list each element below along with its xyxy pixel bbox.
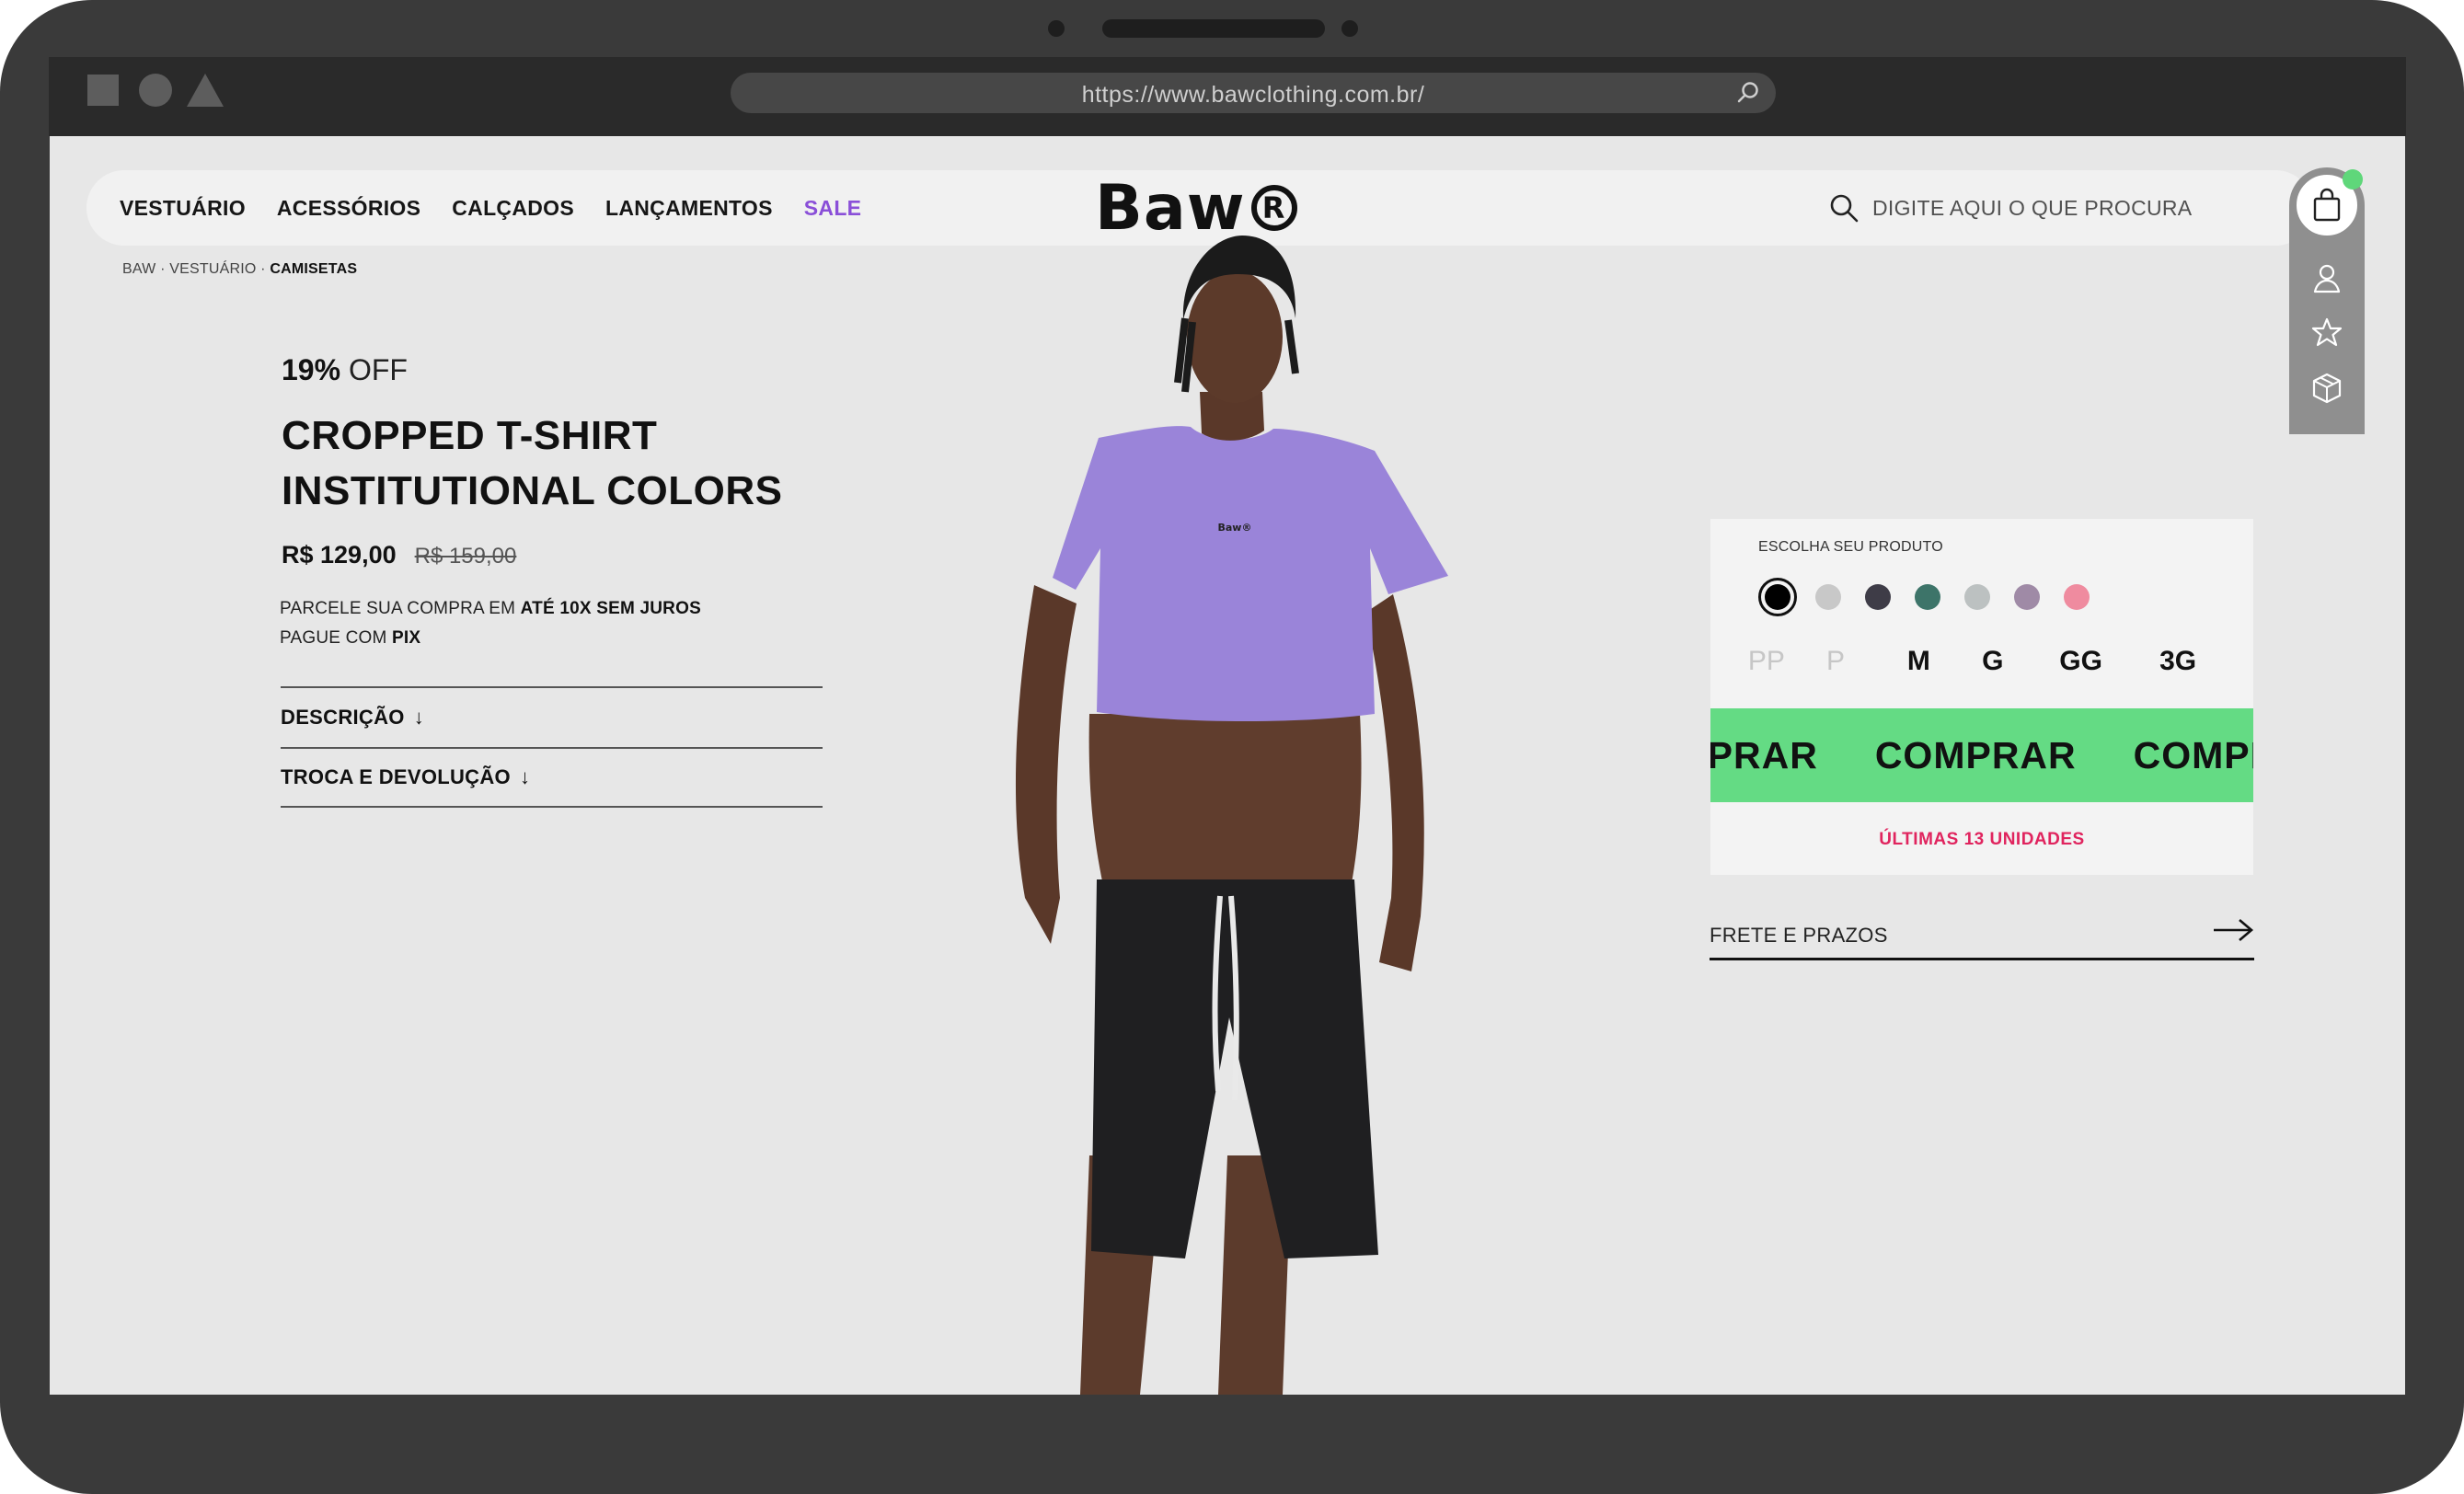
options-label: ESCOLHA SEU PRODUTO xyxy=(1758,539,1943,555)
main-nav: VESTUÁRIO ACESSÓRIOS CALÇADOS LANÇAMENTO… xyxy=(120,170,892,246)
arrow-down-icon: ↓ xyxy=(413,706,425,729)
model-arm-right xyxy=(1365,594,1424,971)
search-input[interactable]: DIGITE AQUI O QUE PROCURA xyxy=(1872,196,2192,221)
color-swatch[interactable] xyxy=(2014,584,2040,610)
nav-item-sale[interactable]: SALE xyxy=(804,196,862,221)
circle-icon[interactable] xyxy=(139,74,172,107)
arrow-down-icon: ↓ xyxy=(519,765,531,788)
model-head xyxy=(1187,270,1283,403)
color-swatch-fill xyxy=(1765,584,1790,610)
installments-prefix: PARCELE SUA COMPRA EM xyxy=(280,599,521,618)
nav-item-acessorios[interactable]: ACESSÓRIOS xyxy=(277,196,420,221)
web-page: VESTUÁRIO ACESSÓRIOS CALÇADOS LANÇAMENTO… xyxy=(50,136,2405,1395)
discount-value: 19% xyxy=(282,353,341,386)
pix-line: PAGUE COM PIX xyxy=(280,624,701,653)
camera-dot xyxy=(1048,20,1065,37)
breadcrumb-path[interactable]: BAW · VESTUÁRIO · xyxy=(122,261,270,277)
model-arm-left xyxy=(1015,585,1077,944)
product-accordion: DESCRIÇÃO ↓ TROCA E DEVOLUÇÃO ↓ xyxy=(281,686,823,808)
star-icon[interactable] xyxy=(2310,316,2343,350)
user-icon[interactable] xyxy=(2310,261,2343,294)
shopping-bag-icon xyxy=(2313,188,2341,222)
current-price: R$ 129,00 xyxy=(282,541,397,569)
pix-prefix: PAGUE COM xyxy=(280,628,392,648)
buy-button[interactable]: COMPRARCOMPRARCOMPRARCOMPRAR xyxy=(1710,708,2253,802)
size-option[interactable]: M xyxy=(1887,646,1951,677)
search-icon[interactable] xyxy=(1828,192,1860,224)
accordion-label: TROCA E DEVOLUÇÃO xyxy=(281,765,511,788)
shirt-logo: Baw® xyxy=(1218,522,1252,534)
laptop-frame: https://www.bawclothing.com.br/ VESTUÁRI… xyxy=(0,0,2464,1494)
installments-line: PARCELE SUA COMPRA EM ATÉ 10X SEM JUROS xyxy=(280,594,701,624)
accordion-troca[interactable]: TROCA E DEVOLUÇÃO ↓ xyxy=(281,747,823,808)
arrow-right-icon xyxy=(2214,919,2254,941)
discount-label: OFF xyxy=(340,353,408,386)
site-header: VESTUÁRIO ACESSÓRIOS CALÇADOS LANÇAMENTO… xyxy=(86,170,2313,246)
product-model-photo: Baw® xyxy=(1015,236,1448,1395)
site-search[interactable]: DIGITE AQUI O QUE PROCURA xyxy=(1828,170,2192,246)
buy-label: COMPRAR xyxy=(2133,733,2253,776)
model-torso xyxy=(1088,714,1362,898)
url-text[interactable]: https://www.bawclothing.com.br/ xyxy=(731,82,1776,109)
color-swatch[interactable] xyxy=(1865,584,1891,610)
product-options-card: ESCOLHA SEU PRODUTO PPPMGGG3G COMPRARCOM… xyxy=(1710,519,2253,875)
shipping-link[interactable]: FRETE E PRAZOS xyxy=(1710,913,2254,960)
size-option[interactable]: G xyxy=(1960,646,2026,677)
address-bar[interactable]: https://www.bawclothing.com.br/ xyxy=(731,73,1776,113)
pix-bold: PIX xyxy=(392,628,421,648)
accordion-label: DESCRIÇÃO xyxy=(281,706,405,729)
size-option[interactable]: 3G xyxy=(2139,646,2216,677)
title-line-2: INSTITUTIONAL COLORS xyxy=(282,468,783,513)
title-line-1: CROPPED T-SHIRT xyxy=(282,413,658,458)
breadcrumb-current: CAMISETAS xyxy=(270,261,358,277)
shipping-label: FRETE E PRAZOS xyxy=(1710,924,1888,947)
payment-info: PARCELE SUA COMPRA EM ATÉ 10X SEM JUROS … xyxy=(280,594,701,653)
logo-text: Baw xyxy=(1095,171,1246,245)
color-swatches xyxy=(1758,578,2113,616)
color-swatch[interactable] xyxy=(1758,578,1797,616)
registered-mark: R xyxy=(1250,185,1297,231)
buy-marquee: COMPRARCOMPRARCOMPRARCOMPRAR xyxy=(1710,708,2253,802)
square-icon[interactable] xyxy=(87,75,119,106)
discount-tag: 19% OFF xyxy=(282,353,408,387)
size-option[interactable]: PP xyxy=(1747,646,1786,677)
size-selector: PP P M G GG 3G xyxy=(1747,646,2216,677)
product-title: CROPPED T-SHIRT INSTITUTIONAL COLORS xyxy=(282,408,852,519)
accordion-descricao[interactable]: DESCRIÇÃO ↓ xyxy=(281,686,823,747)
buy-label: COMPRAR xyxy=(1874,733,2077,776)
color-swatch[interactable] xyxy=(1964,584,1990,610)
sensor-dot xyxy=(1341,20,1358,37)
old-price: R$ 159,00 xyxy=(414,544,517,569)
stock-warning: ÚLTIMAS 13 UNIDADES xyxy=(1879,830,2085,849)
quick-actions-bar xyxy=(2289,167,2365,434)
price-row: R$ 129,00 R$ 159,00 xyxy=(282,541,516,569)
size-option[interactable]: GG xyxy=(2037,646,2124,677)
search-icon[interactable] xyxy=(1735,80,1761,106)
nav-item-lancamentos[interactable]: LANÇAMENTOS xyxy=(605,196,773,221)
installments-bold: ATÉ 10X SEM JUROS xyxy=(520,599,701,618)
color-swatch[interactable] xyxy=(2064,584,2090,610)
buy-label: COMPRAR xyxy=(1710,733,1818,776)
color-swatch[interactable] xyxy=(1815,584,1841,610)
color-swatch[interactable] xyxy=(1915,584,1940,610)
nav-item-vestuario[interactable]: VESTUÁRIO xyxy=(120,196,246,221)
cart-notification-dot xyxy=(2343,169,2363,190)
camera-bar xyxy=(1102,19,1325,38)
breadcrumb: BAW · VESTUÁRIO · CAMISETAS xyxy=(122,261,357,278)
size-option[interactable]: P xyxy=(1801,646,1871,677)
brand-logo[interactable]: Baw R xyxy=(1095,172,1297,245)
triangle-icon[interactable] xyxy=(187,74,224,107)
nav-item-calcados[interactable]: CALÇADOS xyxy=(452,196,574,221)
package-icon[interactable] xyxy=(2310,372,2343,405)
browser-toolbar: https://www.bawclothing.com.br/ xyxy=(49,57,2406,136)
